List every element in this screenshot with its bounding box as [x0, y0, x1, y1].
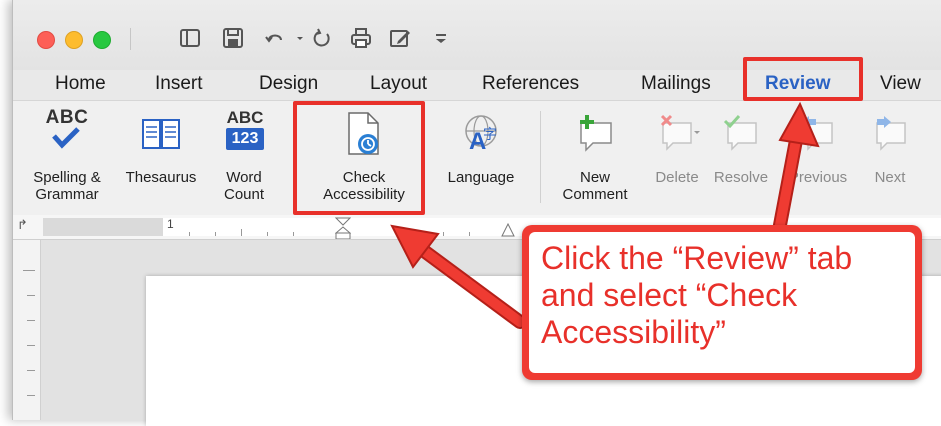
tab-home[interactable]: Home [55, 73, 106, 95]
ruler-tick [293, 232, 294, 236]
resolve-comment-icon [722, 113, 762, 153]
spelling-label-1: Spelling & [33, 169, 101, 186]
tab-stop-icon[interactable]: ↱ [17, 217, 28, 233]
tab-view[interactable]: View [880, 73, 921, 95]
ruler-margin-left [43, 218, 163, 236]
next-label: Next [874, 169, 906, 186]
word-count-button[interactable]: ABC 123 Word Count [209, 109, 279, 213]
redo-icon[interactable] [310, 26, 334, 50]
spelling-label-2: Grammar [35, 186, 99, 203]
vruler-tick [27, 345, 35, 346]
customize-icon[interactable] [429, 26, 453, 50]
vruler-tick [27, 320, 35, 321]
word-count-icon-top: ABC [226, 108, 264, 127]
ruler-tick [267, 232, 268, 236]
next-comment-button[interactable]: Next [861, 109, 919, 213]
ruler-tick [241, 229, 242, 236]
right-indent-marker[interactable] [501, 222, 515, 237]
ribbon-separator [540, 111, 541, 203]
language-globe-icon: A字 [461, 111, 501, 155]
delete-label: Delete [655, 169, 699, 186]
vruler-tick [27, 395, 35, 396]
resolve-comment-button[interactable]: Resolve [710, 109, 772, 213]
tab-mailings[interactable]: Mailings [641, 73, 711, 95]
instruction-callout: Click the “Review” tab and select “Check… [522, 225, 922, 380]
new-comment-label-2: Comment [562, 186, 628, 203]
undo-icon[interactable] [263, 26, 287, 50]
previous-comment-button[interactable]: Previous [779, 109, 857, 213]
vertical-ruler [13, 240, 41, 420]
indent-marker[interactable] [334, 215, 352, 240]
word-count-icon: ABC 123 [226, 109, 264, 159]
spelling-icon-text: ABC [45, 107, 89, 128]
language-button[interactable]: A字 Language [435, 109, 527, 213]
ruler-tick [469, 232, 470, 236]
instruction-text: Click the “Review” tab and select “Check… [529, 232, 915, 373]
previous-label: Previous [788, 169, 848, 186]
check-accessibility-highlight [293, 101, 425, 215]
zoom-window-button[interactable] [93, 31, 111, 49]
undo-dropdown-icon[interactable] [288, 26, 303, 50]
print-icon[interactable] [349, 26, 373, 50]
svg-text:字: 字 [483, 127, 497, 143]
new-comment-label-1: New [579, 169, 610, 186]
review-tab-highlight [743, 57, 863, 101]
ruler-tick [443, 232, 444, 236]
vruler-tick [23, 270, 35, 271]
minimize-window-button[interactable] [65, 31, 83, 49]
tab-references[interactable]: References [482, 73, 579, 95]
previous-comment-icon [798, 113, 838, 153]
delete-comment-icon [657, 113, 701, 153]
sidebar-icon[interactable] [178, 26, 202, 50]
ruler-tick [189, 232, 190, 236]
ruler-tick [215, 232, 216, 236]
ruler-mark-1: 1 [167, 217, 174, 231]
thesaurus-button[interactable]: Thesaurus [119, 109, 203, 213]
thesaurus-label: Thesaurus [125, 169, 197, 186]
tab-layout[interactable]: Layout [370, 73, 427, 95]
word-count-label-1: Word [226, 169, 262, 186]
delete-comment-button[interactable]: Delete [645, 109, 709, 213]
language-label: Language [447, 169, 515, 186]
new-comment-icon [577, 113, 615, 153]
word-count-icon-bottom: 123 [226, 128, 264, 150]
vruler-tick [27, 370, 35, 371]
vruler-tick [27, 295, 35, 296]
new-comment-button[interactable]: New Comment [553, 109, 637, 213]
toolbar-divider [130, 28, 131, 50]
ribbon-toolbar: ABC Spelling & Grammar Thesaurus ABC 123 [13, 100, 941, 216]
next-comment-icon [871, 113, 911, 153]
save-icon[interactable] [221, 26, 245, 50]
spelling-grammar-button[interactable]: ABC Spelling & Grammar [17, 107, 117, 213]
resolve-label: Resolve [713, 169, 769, 186]
book-icon [141, 117, 181, 151]
spelling-check-icon: ABC [42, 107, 92, 159]
edit-document-icon[interactable] [388, 26, 412, 50]
tab-design[interactable]: Design [259, 73, 318, 95]
tab-insert[interactable]: Insert [155, 73, 203, 95]
word-count-label-2: Count [223, 186, 265, 203]
close-window-button[interactable] [37, 31, 55, 49]
